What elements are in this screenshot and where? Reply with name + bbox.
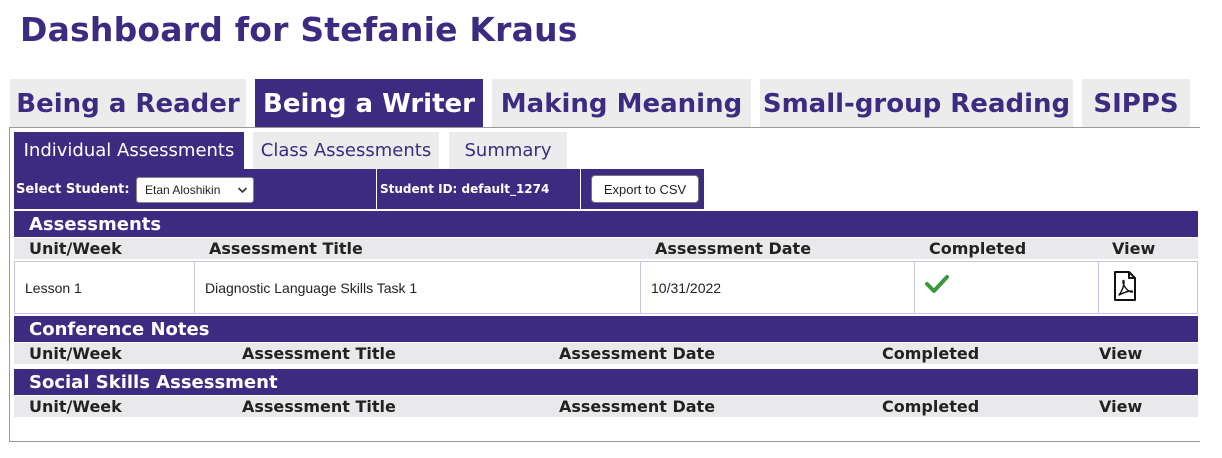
table-row: Lesson 1 Diagnostic Language Skills Task… [14,261,1198,314]
col-assessment-title: Assessment Title [242,397,396,416]
social-skills-column-headers: Unit/Week Assessment Title Assessment Da… [14,396,1198,417]
assessments-column-headers: Unit/Week Assessment Title Assessment Da… [14,238,1198,259]
student-select[interactable]: Etan Aloshikin [136,177,254,203]
tab-making-meaning[interactable]: Making Meaning [492,79,751,128]
subtab-individual-assessments[interactable]: Individual Assessments [14,132,244,169]
social-skills-header: Social Skills Assessment [14,369,1198,395]
col-view: View [1112,239,1156,258]
col-completed: Completed [882,397,980,416]
col-assessment-title: Assessment Title [209,239,363,258]
pdf-icon[interactable] [1113,271,1137,304]
student-toolbar: Select Student: Etan Aloshikin Student I… [14,169,704,209]
tab-small-group-reading[interactable]: Small-group Reading [760,79,1073,128]
assessments-header: Assessments [14,211,1198,237]
cell-title: Diagnostic Language Skills Task 1 [195,262,641,313]
col-view: View [1099,397,1143,416]
col-completed: Completed [882,344,980,363]
chevron-down-icon [237,183,248,200]
tab-sipps[interactable]: SIPPS [1082,79,1190,128]
cell-completed [915,262,1099,313]
student-id: Student ID: default_1274 [380,182,550,196]
col-assessment-date: Assessment Date [559,397,716,416]
conference-notes-column-headers: Unit/Week Assessment Title Assessment Da… [14,343,1198,364]
select-student-label: Select Student: [16,182,130,197]
col-assessment-date: Assessment Date [655,239,812,258]
cell-unit: Lesson 1 [15,262,195,313]
subtab-summary[interactable]: Summary [449,132,567,169]
col-view: View [1099,344,1143,363]
page-title: Dashboard for Stefanie Kraus [20,10,578,49]
col-unit-week: Unit/Week [29,344,122,363]
col-assessment-date: Assessment Date [559,344,716,363]
col-assessment-title: Assessment Title [242,344,396,363]
conference-notes-header: Conference Notes [14,316,1198,342]
toolbar-divider [376,169,377,209]
tab-being-a-writer[interactable]: Being a Writer [255,79,483,128]
subtab-class-assessments[interactable]: Class Assessments [253,132,439,169]
col-completed: Completed [929,239,1027,258]
content-panel: Individual Assessments Class Assessments… [9,127,1200,442]
cell-view [1099,262,1197,313]
checkmark-icon [925,274,949,297]
selected-student: Etan Aloshikin [145,183,221,197]
export-csv-button[interactable]: Export to CSV [591,175,699,203]
col-unit-week: Unit/Week [29,239,122,258]
col-unit-week: Unit/Week [29,397,122,416]
toolbar-divider [580,169,581,209]
cell-date: 10/31/2022 [641,262,915,313]
tab-being-a-reader[interactable]: Being a Reader [10,79,246,128]
